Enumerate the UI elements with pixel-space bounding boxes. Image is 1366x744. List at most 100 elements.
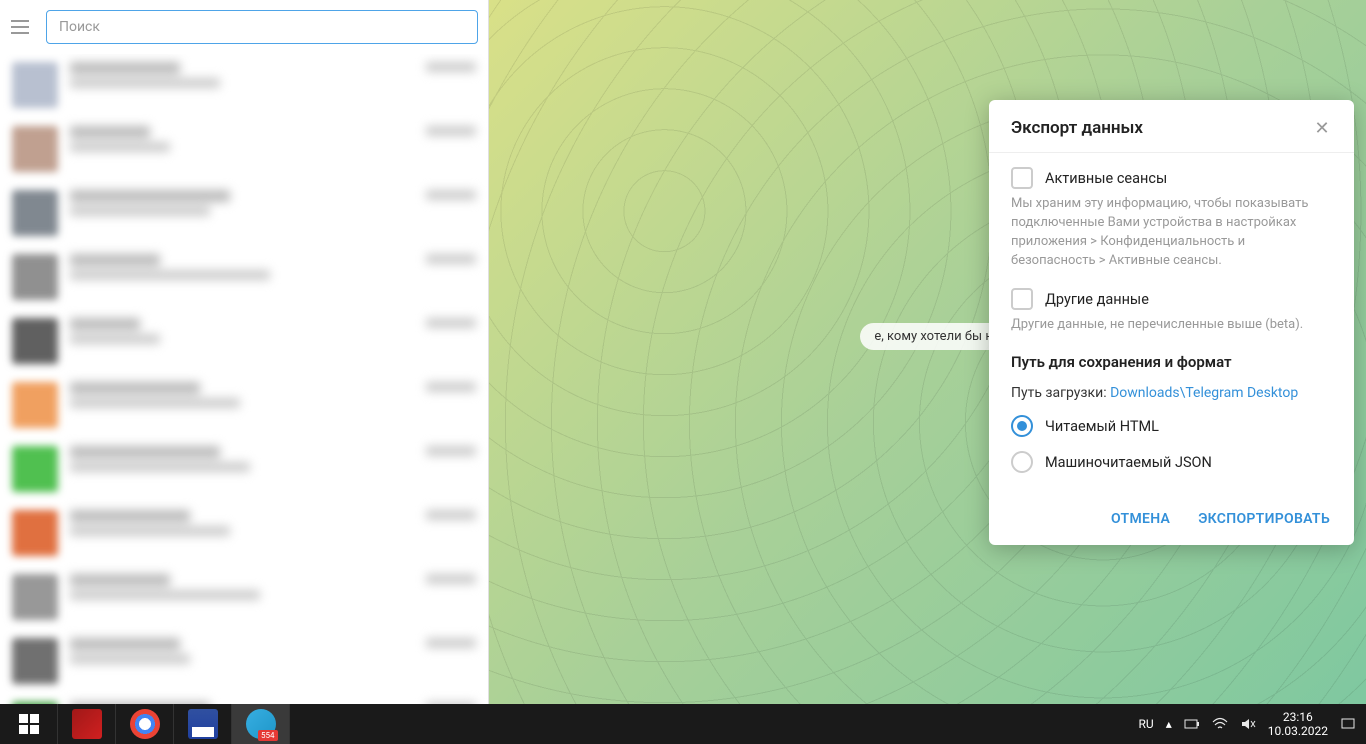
chat-avatar (12, 190, 58, 236)
windows-icon (19, 714, 39, 734)
chat-text (70, 446, 414, 472)
language-indicator[interactable]: RU (1139, 717, 1154, 731)
export-button[interactable]: ЭКСПОРТИРОВАТЬ (1198, 511, 1330, 527)
sessions-description: Мы храним эту информацию, чтобы показыва… (1011, 195, 1332, 270)
other-data-option[interactable]: Другие данные (1011, 288, 1332, 310)
search-input[interactable] (46, 10, 478, 44)
chat-list-item[interactable] (0, 246, 488, 310)
date-text: 10.03.2022 (1268, 724, 1328, 738)
sidebar-header (0, 0, 488, 54)
volume-icon[interactable] (1240, 717, 1256, 731)
chat-meta (426, 382, 476, 392)
download-path-link[interactable]: Downloads\Telegram Desktop (1110, 385, 1298, 401)
chat-list-item[interactable] (0, 374, 488, 438)
telegram-icon: 554 (246, 709, 276, 739)
antivirus-icon (72, 709, 102, 739)
chat-avatar (12, 254, 58, 300)
chat-meta (426, 638, 476, 648)
taskbar-app-antivirus[interactable] (58, 704, 116, 744)
chat-text (70, 638, 414, 664)
chat-avatar (12, 62, 58, 108)
chat-text (70, 318, 414, 344)
path-section-title: Путь для сохранения и формат (1011, 353, 1332, 371)
notifications-icon[interactable] (1340, 717, 1356, 731)
dialog-header: Экспорт данных ✕ (989, 100, 1354, 153)
chat-avatar (12, 510, 58, 556)
dialog-title: Экспорт данных (1011, 118, 1143, 138)
active-sessions-option[interactable]: Активные сеансы (1011, 167, 1332, 189)
chat-meta (426, 254, 476, 264)
notification-badge: 554 (258, 730, 278, 741)
chat-text (70, 62, 414, 88)
format-json-option[interactable]: Машиночитаемый JSON (1011, 451, 1332, 473)
chat-avatar (12, 702, 58, 704)
chat-meta (426, 510, 476, 520)
download-path-row: Путь загрузки: Downloads\Telegram Deskto… (1011, 385, 1332, 401)
chat-text (70, 190, 414, 216)
chat-avatar (12, 574, 58, 620)
chat-meta (426, 190, 476, 200)
chat-list-item[interactable] (0, 118, 488, 182)
chat-text (70, 510, 414, 536)
chat-text (70, 574, 414, 600)
taskbar-app-telegram[interactable]: 554 (232, 704, 290, 744)
cancel-button[interactable]: ОТМЕНА (1111, 511, 1170, 527)
chat-meta (426, 574, 476, 584)
checkbox-icon[interactable] (1011, 167, 1033, 189)
chat-avatar (12, 382, 58, 428)
menu-button[interactable] (8, 15, 32, 39)
dialog-footer: ОТМЕНА ЭКСПОРТИРОВАТЬ (989, 497, 1354, 545)
radio-icon[interactable] (1011, 451, 1033, 473)
chat-avatar (12, 126, 58, 172)
chat-list-item[interactable] (0, 438, 488, 502)
chat-list-item[interactable] (0, 502, 488, 566)
wifi-icon[interactable] (1212, 717, 1228, 731)
chat-avatar (12, 446, 58, 492)
taskbar-app-chrome[interactable] (116, 704, 174, 744)
chat-list-item[interactable] (0, 54, 488, 118)
checkbox-label: Другие данные (1045, 291, 1149, 308)
main-area: е, кому хотели бы написать Экспорт данны… (489, 0, 1366, 704)
other-description: Другие данные, не перечисленные выше (be… (1011, 316, 1332, 335)
chat-text (70, 702, 414, 704)
dialog-body: Активные сеансы Мы храним эту информацию… (989, 153, 1354, 497)
close-button[interactable]: ✕ (1312, 118, 1332, 138)
chat-list-item[interactable] (0, 182, 488, 246)
chat-avatar (12, 638, 58, 684)
chat-list-item[interactable] (0, 310, 488, 374)
windows-taskbar: 554 RU ▴ 23:16 10.03.2022 (0, 704, 1366, 744)
chat-meta (426, 62, 476, 72)
chat-list-item[interactable] (0, 630, 488, 694)
format-html-option[interactable]: Читаемый HTML (1011, 415, 1332, 437)
system-tray: RU ▴ 23:16 10.03.2022 (1139, 710, 1366, 739)
taskbar-app-floppy[interactable] (174, 704, 232, 744)
time-text: 23:16 (1268, 710, 1328, 724)
chat-list[interactable] (0, 54, 488, 704)
chat-text (70, 126, 414, 152)
start-button[interactable] (0, 704, 58, 744)
chrome-icon (130, 709, 160, 739)
taskbar-apps: 554 (0, 704, 290, 744)
chat-sidebar (0, 0, 489, 704)
chat-avatar (12, 318, 58, 364)
chat-meta (426, 446, 476, 456)
radio-label: Читаемый HTML (1045, 418, 1159, 435)
battery-icon[interactable] (1184, 717, 1200, 731)
path-label: Путь загрузки: (1011, 385, 1110, 401)
chat-list-item[interactable] (0, 566, 488, 630)
app-window: е, кому хотели бы написать Экспорт данны… (0, 0, 1366, 704)
radio-icon[interactable] (1011, 415, 1033, 437)
radio-label: Машиночитаемый JSON (1045, 454, 1212, 471)
chat-meta (426, 702, 476, 704)
tray-chevron-icon[interactable]: ▴ (1166, 717, 1172, 731)
checkbox-icon[interactable] (1011, 288, 1033, 310)
chat-text (70, 254, 414, 280)
chat-meta (426, 318, 476, 328)
chat-meta (426, 126, 476, 136)
clock[interactable]: 23:16 10.03.2022 (1268, 710, 1328, 739)
chat-text (70, 382, 414, 408)
floppy-icon (188, 709, 218, 739)
export-dialog: Экспорт данных ✕ Активные сеансы Мы хран… (989, 100, 1354, 545)
chat-list-item[interactable] (0, 694, 488, 704)
checkbox-label: Активные сеансы (1045, 170, 1167, 187)
